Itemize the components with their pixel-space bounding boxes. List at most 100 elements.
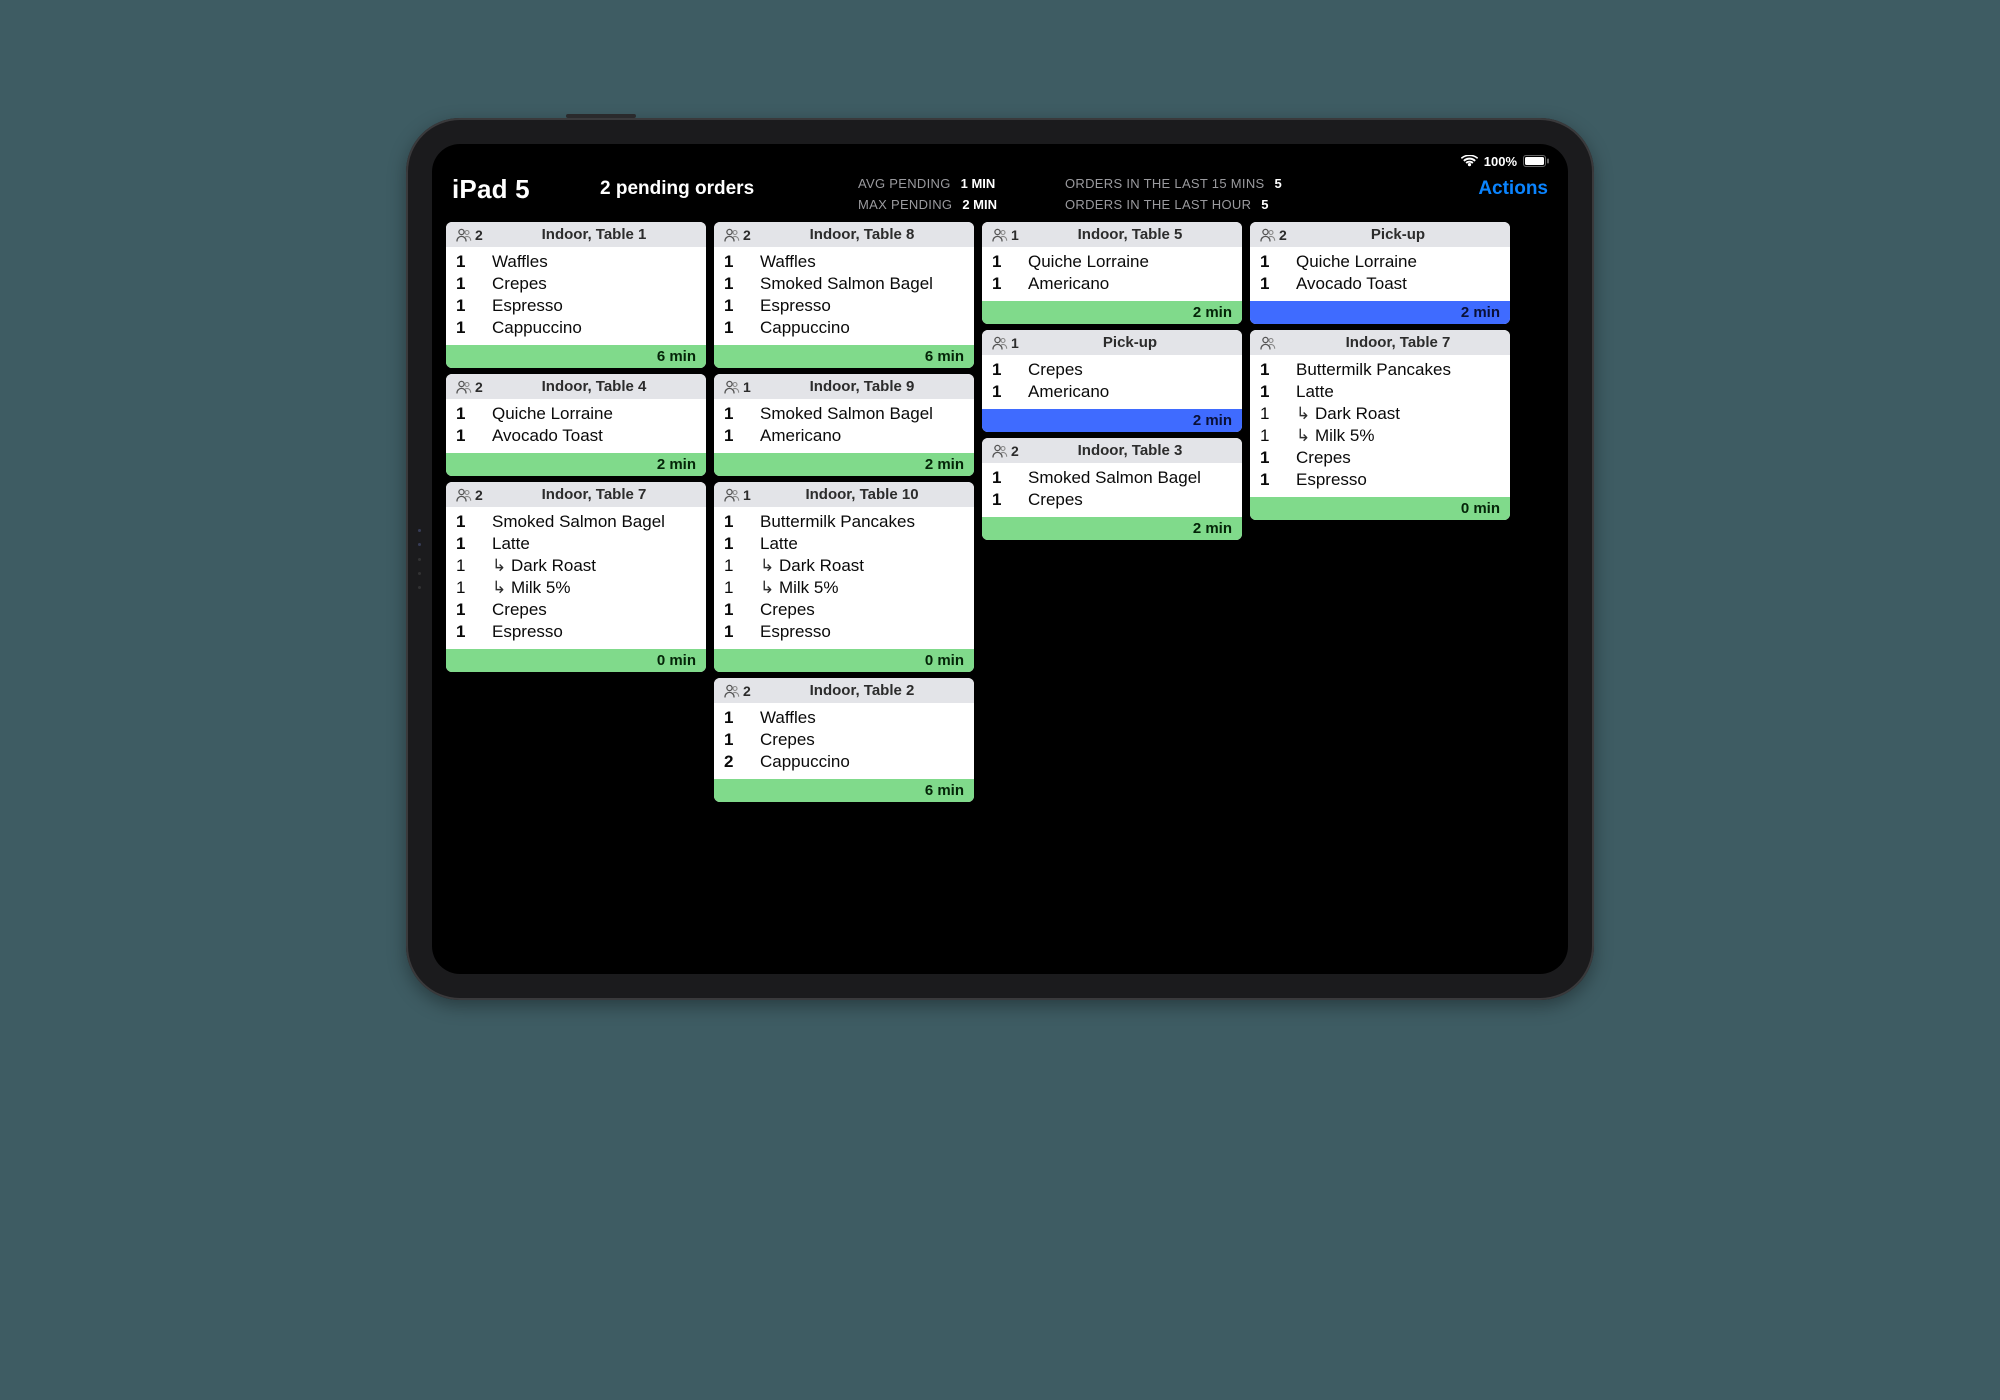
max-pending-label: MAX PENDING xyxy=(858,197,952,212)
line-qty: 1 xyxy=(1260,448,1280,468)
line-qty: 1 xyxy=(456,274,476,294)
line-qty: 1 xyxy=(1260,382,1280,402)
order-card[interactable]: Indoor, Table 71Buttermilk Pancakes1Latt… xyxy=(1250,330,1510,520)
order-line: 1Waffles xyxy=(724,707,964,729)
line-name: Quiche Lorraine xyxy=(1028,252,1149,272)
line-name: Dark Roast xyxy=(492,556,596,576)
line-name: Crepes xyxy=(1028,490,1083,510)
line-qty: 1 xyxy=(456,578,476,598)
order-line-modifier: 1Dark Roast xyxy=(1260,403,1500,425)
line-qty: 1 xyxy=(1260,274,1280,294)
order-card-header: 2Indoor, Table 8 xyxy=(714,222,974,247)
order-lines: 1Quiche Lorraine1Avocado Toast xyxy=(446,399,706,453)
order-line-modifier: 1Milk 5% xyxy=(456,577,696,599)
order-line: 1Crepes xyxy=(992,359,1232,381)
order-timer: 2 min xyxy=(714,453,974,476)
order-card[interactable]: 2Indoor, Table 31Smoked Salmon Bagel1Cre… xyxy=(982,438,1242,540)
guest-count-wrap xyxy=(1260,336,1296,350)
order-line: 1 Avocado Toast xyxy=(1260,273,1500,295)
order-lines: 1Waffles1 Crepes2Cappuccino xyxy=(714,703,974,779)
order-lines: 1Buttermilk Pancakes1Latte1Dark Roast1Mi… xyxy=(1250,355,1510,497)
order-card[interactable]: 1 Indoor, Table 9 1Smoked Salmon Bagel1Ame… xyxy=(714,374,974,476)
order-card[interactable]: 2Indoor, Table 71Smoked Salmon Bagel1Lat… xyxy=(446,482,706,672)
order-lines: 1Waffles1Smoked Salmon Bagel1Espresso1Ca… xyxy=(714,247,974,345)
order-line: 1Avocado Toast xyxy=(456,425,696,447)
line-qty: 1 xyxy=(724,708,744,728)
order-location: Indoor, Table 5 xyxy=(1028,226,1232,243)
order-card[interactable]: 1Pick-up1Crepes1Americano2 min xyxy=(982,330,1242,432)
line-qty: 1 xyxy=(992,252,1012,272)
order-card[interactable]: 2Pick-up1Quiche Lorraine1Avocado Toast2 … xyxy=(1250,222,1510,324)
order-location: Indoor, Table 7 xyxy=(1296,334,1500,351)
guest-count: 2 xyxy=(475,487,483,503)
guest-count-wrap: 1 xyxy=(992,227,1028,243)
line-name: Espresso xyxy=(492,296,563,316)
actions-link[interactable]: Actions xyxy=(1478,178,1548,200)
line-name: Waffles xyxy=(492,252,548,272)
order-line-modifier: 1Milk 5% xyxy=(724,577,964,599)
line-name: Quiche Lorraine xyxy=(1296,252,1417,272)
order-line: 1Buttermilk Pancakes xyxy=(724,511,964,533)
order-line: 1Smoked Salmon Bagel xyxy=(724,273,964,295)
guest-count: 2 xyxy=(475,227,483,243)
avg-pending-label: AVG PENDING xyxy=(858,176,951,191)
order-lines: 1Smoked Salmon Bagel1Americano xyxy=(714,399,974,453)
line-name: Waffles xyxy=(760,252,816,272)
order-card-header: Indoor, Table 7 xyxy=(1250,330,1510,355)
guest-count: 1 xyxy=(743,487,751,503)
guest-count: 2 xyxy=(1011,443,1019,459)
line-name: Latte xyxy=(1296,382,1334,402)
line-name: Espresso xyxy=(492,622,563,642)
order-card[interactable]: 2Indoor, Table 21Waffles1Crepes2Cappucci… xyxy=(714,678,974,802)
screen: 100% iPad 5 2 pending orders AVG PENDING… xyxy=(432,144,1568,974)
order-line: 1Waffles xyxy=(456,251,696,273)
line-qty: 1 xyxy=(724,318,744,338)
order-line: 1 Espresso xyxy=(456,621,696,643)
orders-60-label: ORDERS IN THE LAST HOUR xyxy=(1065,197,1251,212)
order-timer: 0 min xyxy=(1250,497,1510,520)
orders-60-value: 5 xyxy=(1261,197,1268,212)
order-card-header: 2Indoor, Table 3 xyxy=(982,438,1242,463)
order-card[interactable]: 1Indoor, Table 51Quiche Lorraine1America… xyxy=(982,222,1242,324)
line-name: Crepes xyxy=(492,600,547,620)
order-card-header: 2Indoor, Table 4 xyxy=(446,374,706,399)
stats-recent: ORDERS IN THE LAST 15 MINS 5 ORDERS IN T… xyxy=(1065,176,1282,212)
order-card[interactable]: 2Indoor, Table 41Quiche Lorraine1Avocado… xyxy=(446,374,706,476)
guest-count: 1 xyxy=(1011,335,1019,351)
order-line: 1Quiche Lorraine xyxy=(1260,251,1500,273)
order-location: Indoor, Table 9 xyxy=(760,378,964,395)
line-name: Americano xyxy=(760,426,841,446)
line-qty: 1 xyxy=(1260,360,1280,380)
order-lines: 1Buttermilk Pancakes1Latte1Dark Roast1Mi… xyxy=(714,507,974,649)
order-card[interactable]: 2Indoor, Table 11Waffles1Crepes1Espresso… xyxy=(446,222,706,368)
line-qty: 1 xyxy=(456,512,476,532)
guest-count-wrap: 2 xyxy=(724,683,760,699)
guest-count: 1 xyxy=(743,379,751,395)
battery-icon xyxy=(1523,155,1550,167)
order-column: 2Indoor, Table 81Waffles1Smoked Salmon B… xyxy=(714,222,974,802)
order-timer: 6 min xyxy=(446,345,706,368)
order-line: 2Cappuccino xyxy=(724,751,964,773)
order-location: Indoor, Table 1 xyxy=(492,226,696,243)
order-lines: 1Quiche Lorraine1 Avocado Toast xyxy=(1250,247,1510,301)
line-qty: 1 xyxy=(724,556,744,576)
order-line-modifier: 1Milk 5% xyxy=(1260,425,1500,447)
guest-count: 1 xyxy=(1011,227,1019,243)
line-name: Avocado Toast xyxy=(1296,274,1407,294)
line-qty: 1 xyxy=(456,426,476,446)
line-name: Crepes xyxy=(760,730,815,750)
order-line: 1 Quiche Lorraine xyxy=(992,251,1232,273)
line-name: Crepes xyxy=(492,274,547,294)
order-lines: 1Waffles1Crepes1Espresso1Cappuccino xyxy=(446,247,706,345)
order-card[interactable]: 1Indoor, Table 101Buttermilk Pancakes1La… xyxy=(714,482,974,672)
line-name: Espresso xyxy=(760,296,831,316)
guests-icon xyxy=(456,380,472,394)
line-qty: 1 xyxy=(1260,404,1280,424)
order-line: 1Crepes xyxy=(1260,447,1500,469)
order-card-header: 1 Indoor, Table 5 xyxy=(982,222,1242,247)
line-name: Cappuccino xyxy=(760,318,850,338)
order-card[interactable]: 2Indoor, Table 8 1 Waffles1Smoked Salmon B… xyxy=(714,222,974,368)
guests-icon xyxy=(992,444,1008,458)
order-line: 1Buttermilk Pancakes xyxy=(1260,359,1500,381)
line-qty: 1 xyxy=(456,622,476,642)
